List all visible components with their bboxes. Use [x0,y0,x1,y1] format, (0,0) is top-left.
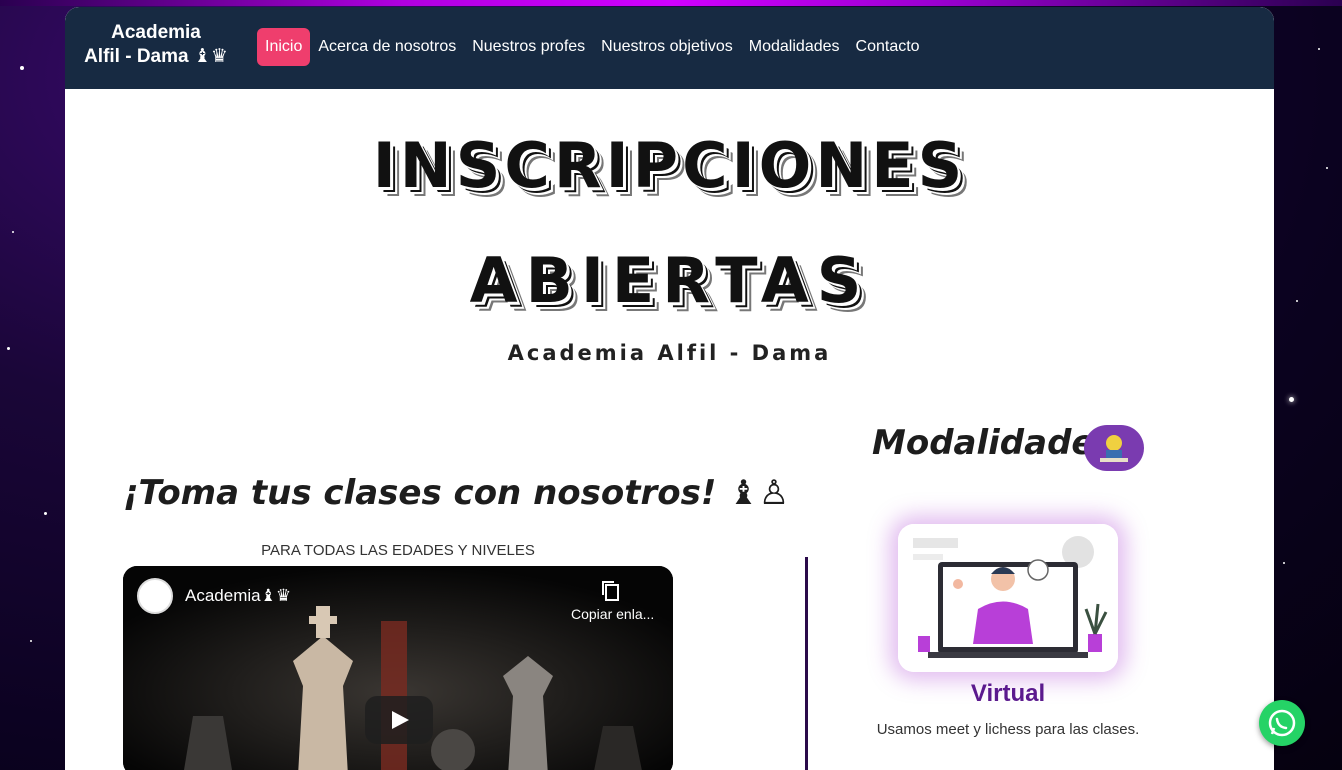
modalidad-card-title: Virtual [970,680,1046,707]
copy-link-icon[interactable] [601,580,621,602]
copy-link-label[interactable]: Copiar enla... [571,606,654,622]
navbar: Academia Alfil - Dama ♝♛ Inicio Acerca d… [65,7,1274,89]
hero-title-line-2: ABIERTAS [469,244,870,317]
brand-logo[interactable]: Academia Alfil - Dama ♝♛ [77,21,235,69]
nav-item-acerca[interactable]: Acerca de nosotros [310,28,464,66]
nav-links: Inicio Acerca de nosotros Nuestros profe… [257,28,928,66]
chess-player-icon [1084,425,1144,471]
nav-item-profes[interactable]: Nuestros profes [464,28,593,66]
whatsapp-icon[interactable] [1259,700,1305,746]
virtual-illustration [898,524,1118,672]
brand-line-1: Academia [111,22,201,43]
modalidades-heading: Modalidades [872,423,1115,463]
nav-item-modalidades[interactable]: Modalidades [741,28,848,66]
hero-subtitle: Academia Alfil - Dama [507,341,832,365]
nav-item-objetivos[interactable]: Nuestros objetivos [593,28,741,66]
nav-item-contacto[interactable]: Contacto [848,28,928,66]
brand-line-2: Alfil - Dama ♝♛ [84,46,228,67]
classes-subheading: PARA TODAS LAS EDADES Y NIVELES [261,542,535,559]
modalidad-card-text: Usamos meet y lichess para las clases. [876,721,1140,738]
hero-title-line-1: INSCRIPCIONES [372,129,967,202]
top-accent-line [0,0,1342,6]
channel-avatar-icon[interactable] [137,578,173,614]
nav-item-inicio[interactable]: Inicio [257,28,311,66]
section-divider [805,557,808,770]
video-embed[interactable]: Academia♝♛ Copiar enla... [123,566,673,770]
video-channel-title[interactable]: Academia♝♛ [185,586,291,606]
hero-banner: INSCRIPCIONES ABIERTAS Academia Alfil - … [65,89,1274,389]
classes-heading: ¡Toma tus clases con nosotros! ♝♙ [123,473,790,513]
play-icon[interactable] [365,696,433,744]
